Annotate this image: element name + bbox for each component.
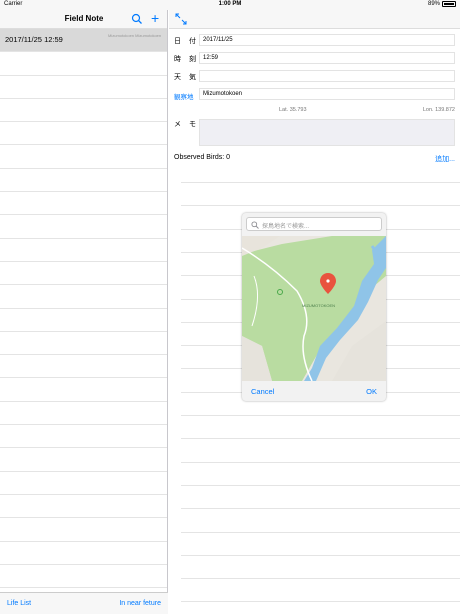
search-icon[interactable] <box>131 13 143 25</box>
battery-percent: 89% <box>427 1 440 7</box>
empty-row <box>0 76 167 99</box>
separator-line <box>181 205 460 207</box>
cancel-button[interactable]: Cancel <box>251 387 274 396</box>
separator-line <box>181 415 460 416</box>
separator-line <box>181 508 460 510</box>
weather-field[interactable] <box>199 70 455 82</box>
search-placeholder: 探鳥地名で検索... <box>262 224 310 230</box>
empty-row <box>0 192 167 216</box>
empty-row <box>0 518 167 542</box>
list-item[interactable]: 2017/11/25 12:59 Mizumotokoen Mizumotoko… <box>0 29 167 53</box>
separator-line <box>181 531 460 533</box>
ok-button[interactable]: OK <box>366 387 377 396</box>
empty-row <box>0 99 167 123</box>
map-popover: 探鳥地名で検索... MIZUMOTOKOEN Cancel OK <box>242 213 386 401</box>
life-list-button[interactable]: Life List <box>7 600 31 607</box>
empty-row <box>0 448 167 472</box>
note-list: 2017/11/25 12:59 Mizumotokoen Mizumotoko… <box>0 29 167 589</box>
empty-row <box>0 169 167 193</box>
memo-field[interactable] <box>199 119 455 146</box>
empty-row <box>0 52 167 76</box>
near-future-button[interactable]: In near feture <box>119 600 161 607</box>
date-field[interactable]: 2017/11/25 <box>199 34 455 46</box>
place-field[interactable]: Mizumotokoen <box>199 88 455 100</box>
master-nav-bar: Field Note + <box>0 10 167 29</box>
separator-line <box>181 461 460 463</box>
empty-row <box>0 262 167 286</box>
location-search-input[interactable]: 探鳥地名で検索... <box>246 217 382 231</box>
empty-row <box>0 378 167 402</box>
observed-birds-count: Observed Birds: 0 <box>174 154 231 161</box>
battery-icon <box>442 1 456 7</box>
empty-row <box>0 565 167 589</box>
separator-line <box>181 578 460 580</box>
separator-line <box>181 554 460 556</box>
weather-label: 天 気 <box>174 74 199 81</box>
add-bird-button[interactable]: 追加... <box>435 154 455 164</box>
empty-row <box>0 495 167 519</box>
empty-row <box>0 122 167 146</box>
note-subtitle: Mizumotokoen Mizumotokoen <box>108 33 162 38</box>
map-area-label: MIZUMOTOKOEN <box>302 303 335 308</box>
search-icon <box>251 221 259 229</box>
place-link[interactable]: 観察地 <box>174 91 194 101</box>
empty-row <box>0 402 167 426</box>
empty-row <box>0 215 167 239</box>
empty-row <box>0 542 167 565</box>
longitude-value: Lon. 139.872 <box>422 107 455 113</box>
latitude-value: Lat. 35.793 <box>279 107 307 113</box>
date-label: 日 付 <box>174 38 199 45</box>
empty-row <box>0 145 167 169</box>
detail-nav-bar <box>169 10 460 29</box>
empty-row <box>0 309 167 332</box>
separator-line <box>181 601 460 603</box>
empty-row <box>0 285 167 309</box>
time-field[interactable]: 12:59 <box>199 52 455 64</box>
add-icon[interactable]: + <box>151 11 159 25</box>
map-view[interactable]: MIZUMOTOKOEN <box>242 236 386 381</box>
master-pane: Field Note + 2017/11/25 12:59 Mizumotoko… <box>0 10 168 614</box>
master-toolbar: Life List In near feture <box>0 592 168 614</box>
time-label: 時 刻 <box>174 56 199 63</box>
empty-row <box>0 239 167 262</box>
empty-row <box>0 355 167 379</box>
clock: 1:00 PM <box>218 1 242 7</box>
battery-indicator: 89% <box>428 1 456 7</box>
empty-row <box>0 425 167 449</box>
separator-line <box>181 438 460 440</box>
expand-icon[interactable] <box>175 13 187 25</box>
note-date: 2017/11/25 12:59 <box>5 35 63 44</box>
empty-row <box>0 332 167 356</box>
empty-row <box>0 472 167 495</box>
memo-label: メ モ <box>174 121 199 128</box>
status-bar: Carrier 1:00 PM 89% <box>0 0 460 10</box>
separator-line <box>181 182 460 183</box>
separator-line <box>181 484 460 486</box>
